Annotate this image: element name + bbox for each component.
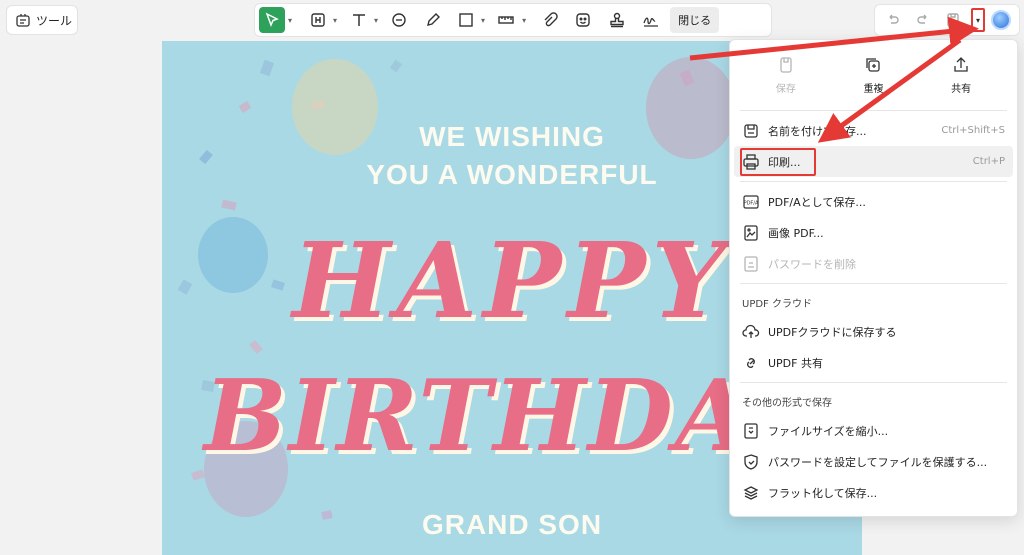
tools-icon xyxy=(16,14,30,27)
menu-item-save-to-cloud[interactable]: UPDFクラウドに保存する xyxy=(730,316,1017,347)
menu-item-remove-password-label: パスワードを削除 xyxy=(768,257,856,271)
square-icon xyxy=(459,13,473,27)
menu-item-save-as-shortcut: Ctrl+Shift+S xyxy=(941,125,1005,136)
menu-item-protect-password-label: パスワードを設定してファイルを保護する... xyxy=(768,455,988,469)
print-highlight-box xyxy=(740,148,816,176)
pencil-tool-button[interactable] xyxy=(420,7,446,33)
signature-tool-button[interactable] xyxy=(638,7,664,33)
menu-item-flatten[interactable]: フラット化して保存... xyxy=(730,477,1017,508)
highlight-h-icon xyxy=(311,13,325,27)
duplicate-icon xyxy=(866,58,881,72)
chevron-down-icon: ▾ xyxy=(975,15,980,25)
share-icon xyxy=(954,57,968,72)
menu-item-save-as-label: 名前を付けて保存... xyxy=(768,124,867,138)
highlight-caret-icon[interactable]: ▾ xyxy=(333,16,337,25)
save-icon xyxy=(947,13,959,27)
text-caret-icon[interactable]: ▾ xyxy=(374,16,378,25)
save-icon xyxy=(780,57,792,73)
sticker-icon xyxy=(576,13,590,27)
select-tool-caret-icon[interactable]: ▾ xyxy=(288,16,292,25)
annotation-toolbar: ▾ ▾ ▾ ▾ ▾ 閉じる xyxy=(254,3,772,37)
pdfa-icon: PDF/A xyxy=(743,194,759,209)
menu-item-print-shortcut: Ctrl+P xyxy=(972,156,1005,167)
sticker-tool-button[interactable] xyxy=(570,7,596,33)
undo-icon xyxy=(889,14,899,24)
measure-tool-button[interactable] xyxy=(493,7,519,33)
right-toolbar: ▾ xyxy=(874,4,1020,36)
highlight-tool-button[interactable] xyxy=(306,7,330,33)
menu-item-reduce-size[interactable]: ファイルサイズを縮小... xyxy=(730,415,1017,446)
text-t-icon xyxy=(353,14,366,26)
menu-divider xyxy=(740,181,1007,182)
save-button[interactable] xyxy=(941,8,965,32)
undo-button[interactable] xyxy=(881,8,905,32)
menu-item-flatten-label: フラット化して保存... xyxy=(768,486,878,500)
menu-item-save-as[interactable]: 名前を付けて保存... Ctrl+Shift+S xyxy=(730,115,1017,146)
menu-quick-actions: 保存 重複 共有 xyxy=(730,40,1017,106)
cloud-upload-icon xyxy=(742,324,760,338)
menu-divider xyxy=(740,283,1007,284)
select-tool-button[interactable] xyxy=(259,7,285,33)
save-options-dropdown[interactable]: ▾ xyxy=(971,8,985,32)
menu-item-reduce-size-label: ファイルサイズを縮小... xyxy=(768,424,889,438)
menu-item-updf-share-label: UPDF 共有 xyxy=(768,356,823,370)
menu-item-save-to-cloud-label: UPDFクラウドに保存する xyxy=(768,325,897,339)
menu-item-updf-share[interactable]: UPDF 共有 xyxy=(730,347,1017,378)
comment-tool-button[interactable] xyxy=(386,7,412,33)
menu-share-button[interactable]: 共有 xyxy=(931,56,991,98)
stamp-tool-button[interactable] xyxy=(604,7,630,33)
menu-item-image-pdf-label: 画像 PDF... xyxy=(768,226,824,240)
ai-assistant-avatar[interactable] xyxy=(991,10,1011,30)
flatten-icon xyxy=(743,485,759,500)
menu-item-pdfa-label: PDF/Aとして保存... xyxy=(768,195,866,209)
close-toolbar-button[interactable]: 閉じる xyxy=(670,7,720,33)
menu-item-remove-password[interactable]: パスワードを削除 xyxy=(730,248,1017,279)
menu-item-print[interactable]: 印刷... Ctrl+P xyxy=(734,146,1013,177)
pencil-icon xyxy=(427,13,441,26)
comment-icon xyxy=(392,13,406,27)
shape-caret-icon[interactable]: ▾ xyxy=(481,16,485,25)
shape-tool-button[interactable] xyxy=(454,7,478,33)
save-options-menu: 保存 重複 共有 名前を付けて保存... Ctrl+Shift+S 印刷... … xyxy=(729,39,1018,517)
link-icon xyxy=(747,357,755,368)
save-as-icon xyxy=(744,123,758,138)
attach-tool-button[interactable] xyxy=(536,7,562,33)
ruler-icon xyxy=(498,16,514,24)
menu-section-cloud: UPDF クラウド xyxy=(742,298,812,310)
menu-item-protect-password[interactable]: パスワードを設定してファイルを保護する... xyxy=(730,446,1017,477)
menu-divider xyxy=(740,382,1007,383)
signature-icon xyxy=(643,17,659,27)
stamp-icon xyxy=(610,12,624,28)
menu-item-image-pdf[interactable]: 画像 PDF... xyxy=(730,217,1017,248)
cursor-icon xyxy=(265,12,279,28)
menu-save-label: 保存 xyxy=(775,84,796,95)
menu-duplicate-button[interactable]: 重複 xyxy=(843,56,903,98)
text-tool-button[interactable] xyxy=(347,7,371,33)
tools-button[interactable]: ツール xyxy=(6,5,78,35)
redo-button[interactable] xyxy=(911,8,935,32)
remove-password-icon xyxy=(744,255,758,272)
compress-icon xyxy=(744,422,758,439)
image-pdf-icon xyxy=(744,224,758,241)
menu-save-button[interactable]: 保存 xyxy=(756,56,816,98)
menu-item-pdfa[interactable]: PDF/A PDF/Aとして保存... xyxy=(730,186,1017,217)
redo-icon xyxy=(917,14,927,24)
menu-divider xyxy=(740,110,1007,111)
tools-label: ツール xyxy=(36,13,73,28)
paperclip-icon xyxy=(544,12,558,27)
protect-icon xyxy=(744,453,758,470)
menu-duplicate-label: 重複 xyxy=(863,84,884,95)
measure-caret-icon[interactable]: ▾ xyxy=(522,16,526,25)
menu-share-label: 共有 xyxy=(951,84,972,95)
svg-text:PDF/A: PDF/A xyxy=(744,200,759,206)
menu-section-other-formats: その他の形式で保存 xyxy=(742,397,832,409)
